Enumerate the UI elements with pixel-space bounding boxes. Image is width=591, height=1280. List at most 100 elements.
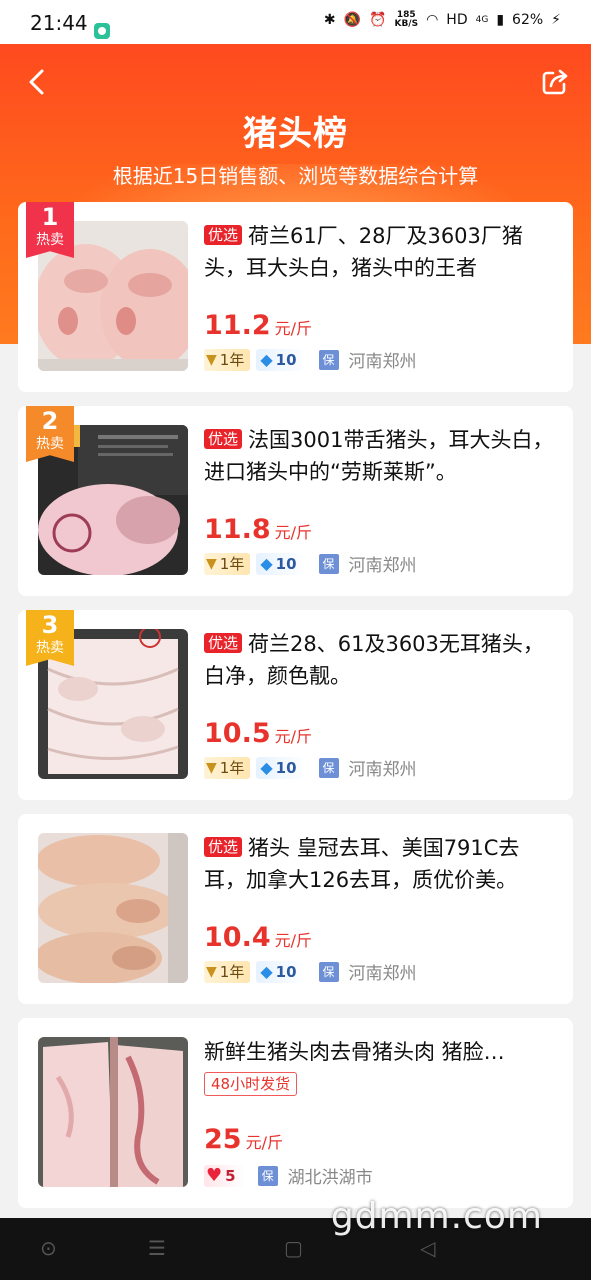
back-arrow-icon <box>29 69 44 95</box>
diamond-badge: ◆ 10 <box>256 960 307 983</box>
guarantee-icon: 保 <box>318 553 339 574</box>
wifi-icon: ◠ <box>426 12 439 28</box>
product-title[interactable]: 优选 荷兰61厂、28厂及3603厂猪头，耳大头白，猪头中的王者 <box>204 220 554 284</box>
price-value: 10.5 <box>204 718 271 749</box>
year-badge: ▼ 1年 <box>204 960 251 983</box>
product-card[interactable]: 3 热卖 优选 荷兰28、61及3603无耳猪头，白净，颜色靓。 10.5 元/斤 … <box>18 610 573 800</box>
diamond-badge: ◆ 10 <box>256 756 307 779</box>
seller-badges: ▼ 1年 ◆ 10 保 河南郑州 <box>204 755 417 780</box>
product-card[interactable]: 1 热卖 优选 荷兰61厂、28厂及3603厂猪头，耳大头白，猪头中的王者 11.… <box>18 202 573 392</box>
year-badge: ▼ 1年 <box>204 756 251 779</box>
rank-number: 3 <box>41 611 59 639</box>
year-badge-text: 1年 <box>219 759 245 777</box>
status-time: 21:44 <box>30 11 88 35</box>
back-button[interactable] <box>24 68 52 96</box>
product-title[interactable]: 优选 法国3001带舌猪头，耳大头白，进口猪头中的“劳斯莱斯”。 <box>204 424 554 488</box>
rank-number: 1 <box>41 203 59 231</box>
selected-tag: 优选 <box>204 837 243 857</box>
rank-badge: 2 热卖 <box>26 406 74 462</box>
share-button[interactable] <box>541 68 569 96</box>
hd-indicator: HD <box>446 12 468 28</box>
battery-level: 62% <box>512 12 544 28</box>
seller-badges: ▼ 1年 ◆ 10 保 河南郑州 <box>204 347 417 372</box>
signal-icon: ▮ <box>496 12 505 28</box>
seller-badges: ▼ 1年 ◆ 10 保 河南郑州 <box>204 959 417 984</box>
message-notification-icon <box>94 23 110 39</box>
diamond-icon: ◆ <box>260 554 273 573</box>
product-image[interactable] <box>38 1037 188 1187</box>
product-title-text: 荷兰61厂、28厂及3603厂猪头，耳大头白，猪头中的王者 <box>204 224 523 280</box>
diamond-badge-text: 10 <box>275 350 297 369</box>
price-unit: 元/斤 <box>274 523 313 542</box>
heart-icon: ♥ <box>206 1165 223 1186</box>
seller-location: 湖北洪湖市 <box>287 1168 373 1188</box>
alarm-icon: ⏰ <box>369 12 387 28</box>
recents-icon[interactable]: ☰ <box>148 1236 166 1260</box>
rank-tag: 热卖 <box>36 436 64 452</box>
nav-back-icon[interactable]: ◁ <box>420 1236 435 1260</box>
product-info: 优选 猪头 皇冠去耳、美国791C去耳，加拿大126去耳，质优价美。 <box>204 832 554 896</box>
product-info: 优选 荷兰28、61及3603无耳猪头，白净，颜色靓。 <box>204 628 554 692</box>
diamond-icon: ◆ <box>260 758 273 777</box>
v-badge-icon: ▼ <box>206 963 217 980</box>
diamond-badge: ◆ 10 <box>256 552 307 575</box>
seller-badges: ♥ 5 保 湖北洪湖市 <box>204 1163 373 1188</box>
selected-tag: 优选 <box>204 225 243 245</box>
seller-location: 河南郑州 <box>348 760 417 780</box>
rank-tag: 热卖 <box>36 232 64 248</box>
price-unit: 元/斤 <box>245 1133 283 1152</box>
heart-badge: ♥ 5 <box>204 1164 246 1187</box>
product-title-text: 法国3001带舌猪头，耳大头白，进口猪头中的“劳斯莱斯”。 <box>204 428 554 484</box>
product-info: 新鲜生猪头肉去骨猪头肉 猪脸… 48小时发货 <box>204 1036 554 1096</box>
share-icon <box>542 69 568 95</box>
product-info: 优选 法国3001带舌猪头，耳大头白，进口猪头中的“劳斯莱斯”。 <box>204 424 554 488</box>
price-value: 11.2 <box>204 310 271 341</box>
product-price: 10.5 元/斤 <box>204 718 312 749</box>
bluetooth-icon: ✱ <box>323 12 336 28</box>
product-card[interactable]: 新鲜生猪头肉去骨猪头肉 猪脸… 48小时发货 25 元/斤 ♥ 5 保 湖北洪湖市 <box>18 1018 573 1208</box>
year-badge-text: 1年 <box>219 963 245 981</box>
selected-tag: 优选 <box>204 429 243 449</box>
product-title-text: 猪头 皇冠去耳、美国791C去耳，加拿大126去耳，质优价美。 <box>204 836 520 892</box>
home-icon[interactable]: ▢ <box>284 1236 303 1260</box>
watermark: gdmm.com <box>330 1196 543 1237</box>
product-title[interactable]: 新鲜生猪头肉去骨猪头肉 猪脸… <box>204 1036 554 1068</box>
year-badge: ▼ 1年 <box>204 348 251 371</box>
price-value: 10.4 <box>204 922 271 953</box>
page-title: 猪头榜 <box>243 114 348 154</box>
charging-icon: ⚡ <box>551 12 561 28</box>
diamond-badge-text: 10 <box>275 962 297 981</box>
shipping-tag: 48小时发货 <box>204 1072 298 1096</box>
v-badge-icon: ▼ <box>206 351 217 368</box>
selected-tag: 优选 <box>204 633 243 653</box>
product-title[interactable]: 优选 荷兰28、61及3603无耳猪头，白净，颜色靓。 <box>204 628 554 692</box>
price-value: 11.8 <box>204 514 271 545</box>
guarantee-icon: 保 <box>318 961 339 982</box>
guarantee-icon: 保 <box>318 757 339 778</box>
mute-icon: 🔕 <box>343 12 362 28</box>
assistant-icon[interactable]: ⊙ <box>40 1236 57 1260</box>
price-unit: 元/斤 <box>274 727 313 746</box>
net-speed-unit: KB/S <box>394 19 419 29</box>
v-badge-icon: ▼ <box>206 759 217 776</box>
product-card[interactable]: 2 热卖 优选 法国3001带舌猪头，耳大头白，进口猪头中的“劳斯莱斯”。 11.… <box>18 406 573 596</box>
seller-location: 河南郑州 <box>348 556 417 576</box>
product-title[interactable]: 优选 猪头 皇冠去耳、美国791C去耳，加拿大126去耳，质优价美。 <box>204 832 554 896</box>
diamond-badge: ◆ 10 <box>256 348 307 371</box>
status-icons: ✱ 🔕 ⏰ 185 KB/S ◠ HD 4G ▮ 62% ⚡ <box>324 11 561 29</box>
product-price: 11.8 元/斤 <box>204 514 312 545</box>
product-price: 11.2 元/斤 <box>204 310 312 341</box>
signal-type: 4G <box>475 15 489 25</box>
price-unit: 元/斤 <box>274 319 313 338</box>
price-value: 25 <box>204 1124 242 1155</box>
product-list: 1 热卖 优选 荷兰61厂、28厂及3603厂猪头，耳大头白，猪头中的王者 11.… <box>18 202 573 1222</box>
seller-badges: ▼ 1年 ◆ 10 保 河南郑州 <box>204 551 417 576</box>
product-title-text: 荷兰28、61及3603无耳猪头，白净，颜色靓。 <box>204 632 544 688</box>
rank-number: 2 <box>41 407 59 435</box>
seller-location: 河南郑州 <box>348 352 417 372</box>
product-card[interactable]: 优选 猪头 皇冠去耳、美国791C去耳，加拿大126去耳，质优价美。 10.4 元/… <box>18 814 573 1004</box>
seller-location: 河南郑州 <box>348 964 417 984</box>
heart-badge-text: 5 <box>225 1166 236 1185</box>
guarantee-icon: 保 <box>257 1165 278 1186</box>
product-image[interactable] <box>38 833 188 983</box>
